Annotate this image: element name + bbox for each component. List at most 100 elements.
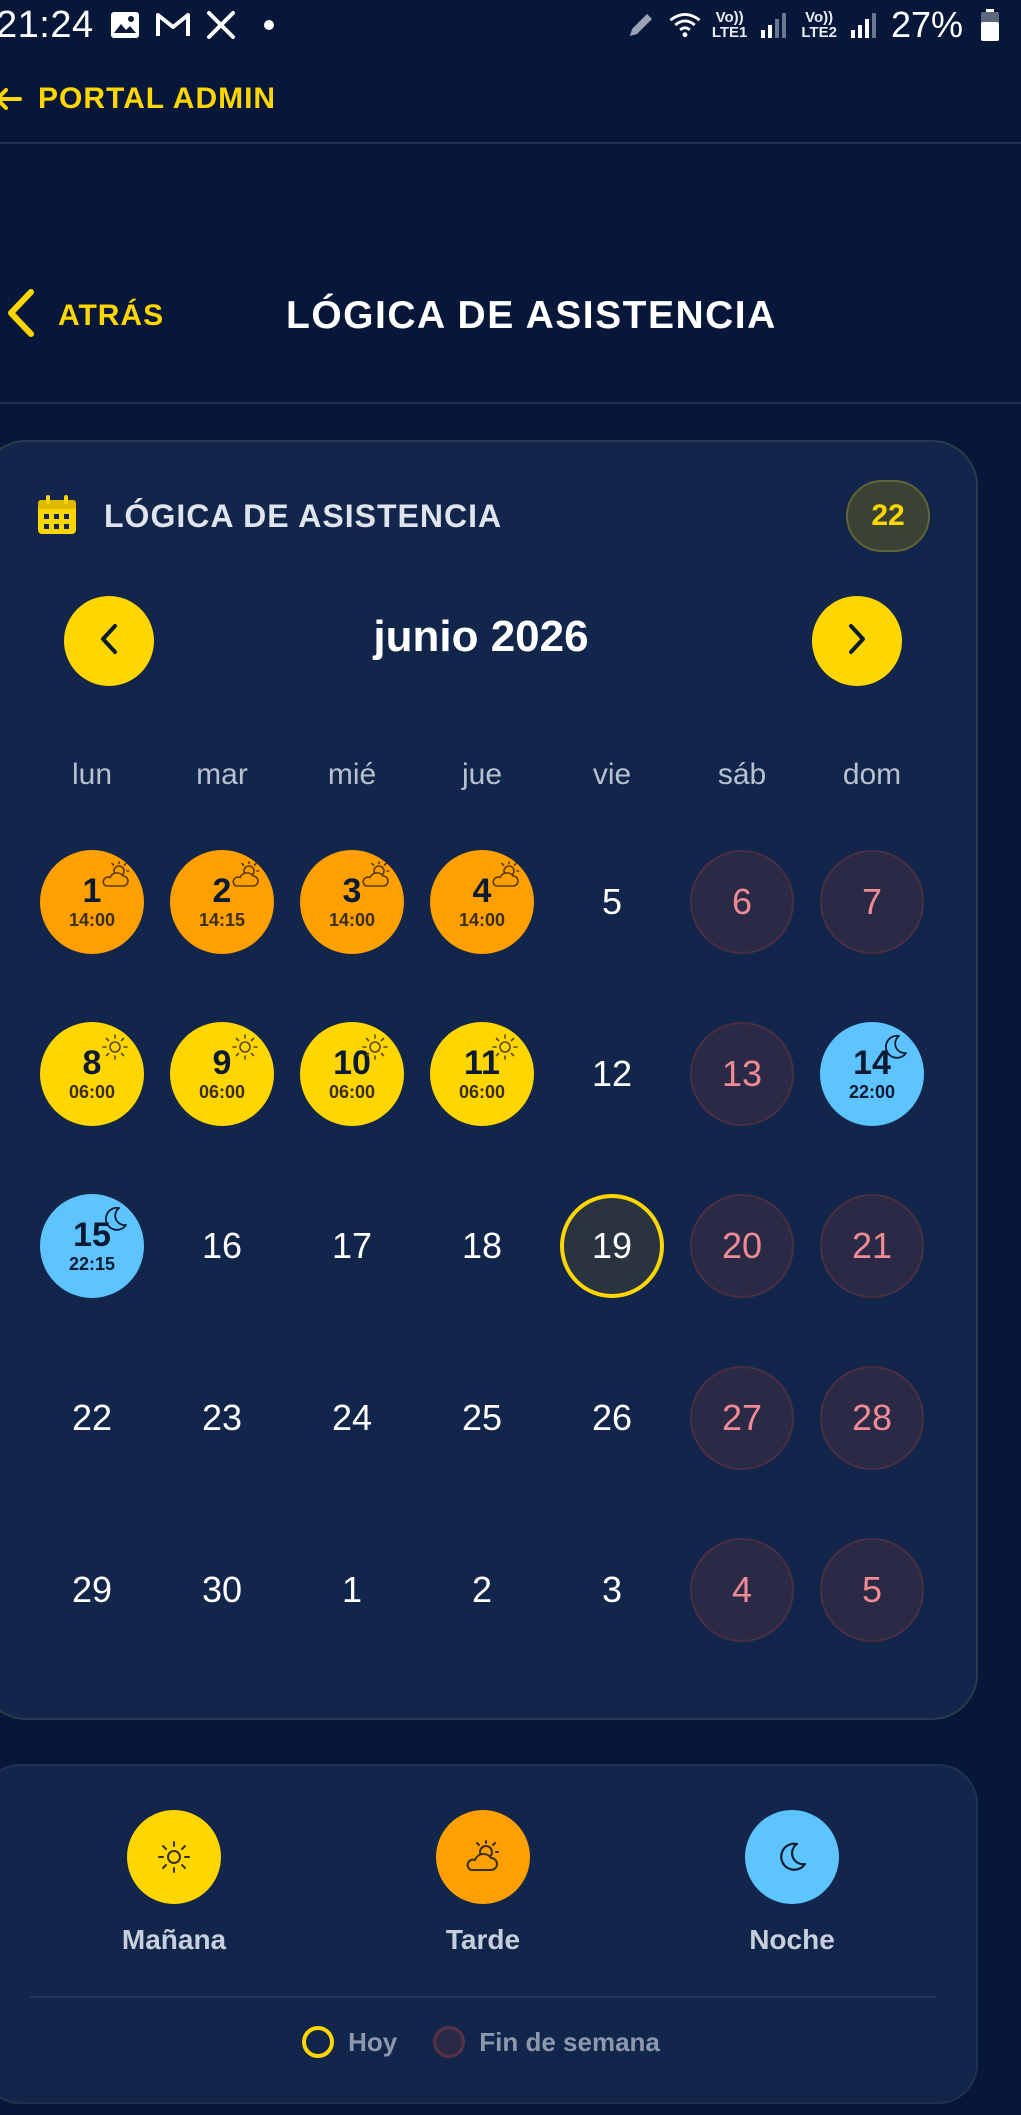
next-month-button[interactable] xyxy=(812,596,902,686)
calendar-day[interactable]: 3 14:00 xyxy=(300,850,404,954)
app-bar: PORTAL ADMIN xyxy=(0,56,1021,144)
shift-time: 06:00 xyxy=(198,1082,246,1102)
sun-icon xyxy=(230,1032,260,1062)
day-number: 22 xyxy=(71,1397,113,1438)
day-number: 5 xyxy=(601,881,623,922)
weekday-header: lun mar mié jue vie sáb dom xyxy=(0,758,980,798)
sun-cloud-icon xyxy=(436,1810,530,1904)
calendar-day[interactable]: 21 xyxy=(820,1194,924,1298)
day-number: 12 xyxy=(591,1053,633,1094)
calendar-day[interactable]: 7 xyxy=(820,850,924,954)
calendar-icon xyxy=(36,494,78,536)
chevron-left-icon xyxy=(6,288,36,343)
calendar-day[interactable]: 3 xyxy=(560,1538,664,1642)
calendar-day[interactable]: 1 14:00 xyxy=(40,850,144,954)
calendar-day[interactable]: 10 06:00 xyxy=(300,1022,404,1126)
calendar-day[interactable]: 5 xyxy=(560,850,664,954)
legend-weekend-label: Fin de semana xyxy=(479,2026,660,2057)
legend-night: Noche xyxy=(702,1810,882,1956)
day-number: 20 xyxy=(721,1225,763,1266)
shift-time: 06:00 xyxy=(68,1082,116,1102)
day-number: 16 xyxy=(201,1225,243,1266)
calendar-day[interactable]: 26 xyxy=(560,1366,664,1470)
card-title: LÓGICA DE ASISTENCIA xyxy=(104,498,503,534)
status-bar: 21:24 Vo)) LTE1 Vo)) LTE2 27% xyxy=(0,0,1021,50)
lte1-label: Vo)) LTE1 xyxy=(711,9,748,41)
weekend-marker-icon xyxy=(433,2026,466,2058)
day-number: 5 xyxy=(861,1569,883,1610)
calendar-day[interactable]: 5 xyxy=(820,1538,924,1642)
calendar-day[interactable]: 22 xyxy=(40,1366,144,1470)
weekday-label: jue xyxy=(461,758,503,791)
calendar-day[interactable]: 9 06:00 xyxy=(170,1022,274,1126)
day-number: 1 xyxy=(82,872,102,910)
weekday-label: sáb xyxy=(717,758,767,791)
calendar-day[interactable]: 20 xyxy=(690,1194,794,1298)
lte2-label: Vo)) LTE2 xyxy=(801,9,837,41)
shift-time: 06:00 xyxy=(328,1082,376,1102)
calendar-day[interactable]: 17 xyxy=(300,1194,404,1298)
shift-time: 14:00 xyxy=(328,910,376,930)
day-number: 2 xyxy=(471,1569,493,1610)
day-number: 17 xyxy=(331,1225,373,1266)
day-number: 1 xyxy=(341,1569,363,1610)
day-number: 19 xyxy=(591,1225,633,1266)
calendar-day[interactable]: 25 xyxy=(430,1366,534,1470)
legend-afternoon: Tarde xyxy=(393,1810,573,1956)
legend-today-label: Hoy xyxy=(348,2026,398,2057)
calendar-day[interactable]: 4 xyxy=(690,1538,794,1642)
calendar-day[interactable]: 24 xyxy=(300,1366,404,1470)
day-number: 3 xyxy=(342,872,362,910)
calendar-day[interactable]: 18 xyxy=(430,1194,534,1298)
status-time: 21:24 xyxy=(0,3,94,46)
calendar-day[interactable]: 29 xyxy=(40,1538,144,1642)
day-number: 6 xyxy=(731,881,753,922)
day-number: 26 xyxy=(591,1397,633,1438)
weekday-label: dom xyxy=(842,758,902,791)
day-number: 8 xyxy=(82,1044,102,1082)
calendar-day[interactable]: 23 xyxy=(170,1366,274,1470)
weekday-label: mié xyxy=(327,758,377,791)
back-button[interactable]: ATRÁS xyxy=(6,288,164,343)
moon-icon xyxy=(745,1810,839,1904)
day-number: 30 xyxy=(201,1569,243,1610)
legend-morning: Mañana xyxy=(84,1810,264,1956)
calendar-day[interactable]: 12 xyxy=(560,1022,664,1126)
calendar-day[interactable]: 28 xyxy=(820,1366,924,1470)
calendar-day[interactable]: 14 22:00 xyxy=(820,1022,924,1126)
wifi-icon xyxy=(668,8,702,42)
day-number: 18 xyxy=(461,1225,503,1266)
shift-time: 14:00 xyxy=(68,910,116,930)
legend-footer: Hoy Fin de semana xyxy=(0,2026,980,2058)
calendar-day[interactable]: 11 06:00 xyxy=(430,1022,534,1126)
calendar-day[interactable]: 16 xyxy=(170,1194,274,1298)
sun-cloud-icon xyxy=(490,860,520,890)
calendar-day[interactable]: 4 14:00 xyxy=(430,850,534,954)
sun-icon xyxy=(100,1032,130,1062)
sun-icon xyxy=(490,1032,520,1062)
app-bar-title: PORTAL ADMIN xyxy=(38,82,277,115)
calendar-card: LÓGICA DE ASISTENCIA 22 junio 2026 lun ma… xyxy=(0,440,978,1720)
calendar-day[interactable]: 30 xyxy=(170,1538,274,1642)
calendar-day[interactable]: 19 xyxy=(560,1194,664,1298)
calendar-day[interactable]: 15 22:15 xyxy=(40,1194,144,1298)
calendar-day[interactable]: 6 xyxy=(690,850,794,954)
legend-card: Mañana Tarde Noche Hoy Fin de semana xyxy=(0,1764,978,2104)
calendar-day[interactable]: 2 14:15 xyxy=(170,850,274,954)
sun-cloud-icon xyxy=(100,860,130,890)
day-number: 4 xyxy=(472,872,492,910)
calendar-day[interactable]: 27 xyxy=(690,1366,794,1470)
chevron-right-icon xyxy=(845,622,869,661)
signal1-icon xyxy=(757,8,791,42)
tools-icon xyxy=(204,8,238,42)
arrow-left-icon[interactable] xyxy=(0,81,26,117)
signal2-icon xyxy=(847,8,881,42)
calendar-day[interactable]: 1 xyxy=(300,1538,404,1642)
calendar-day[interactable]: 8 06:00 xyxy=(40,1022,144,1126)
gallery-icon xyxy=(108,8,142,42)
legend-morning-label: Mañana xyxy=(121,1924,227,1955)
notification-dot-icon xyxy=(252,8,286,42)
calendar-day[interactable]: 2 xyxy=(430,1538,534,1642)
calendar-day[interactable]: 13 xyxy=(690,1022,794,1126)
today-marker-icon xyxy=(302,2026,335,2058)
